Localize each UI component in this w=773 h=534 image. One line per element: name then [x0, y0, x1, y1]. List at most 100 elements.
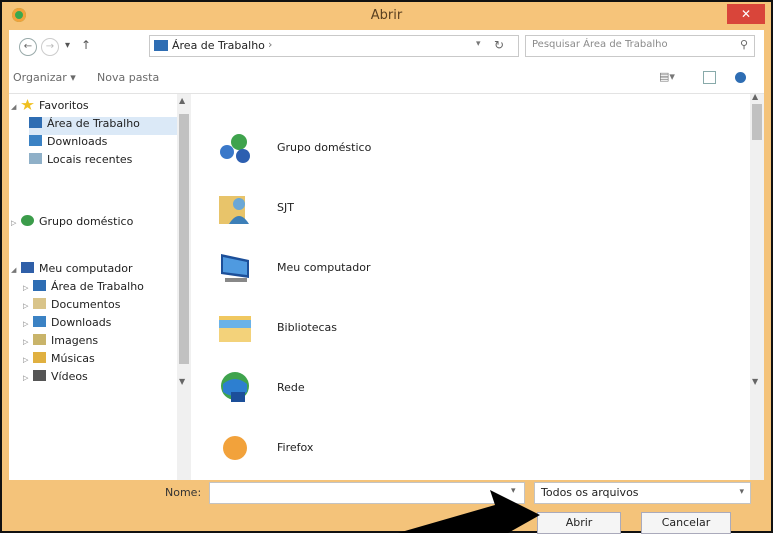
file-label: Bibliotecas	[277, 321, 338, 334]
help-icon[interactable]	[735, 72, 746, 83]
file-list: Grupo doméstico SJT Meu computador Bibli…	[205, 94, 750, 480]
sidebar-item-videos[interactable]: Vídeos	[33, 370, 88, 388]
view-options-icon[interactable]: ▤▾	[659, 70, 675, 84]
list-item[interactable]: Rede	[205, 362, 505, 414]
organize-button[interactable]: Organizar ▾	[13, 71, 76, 84]
expand-icon[interactable]: ▷	[23, 356, 28, 364]
expand-icon[interactable]: ▷	[23, 320, 28, 328]
file-type-dropdown-icon[interactable]: ▾	[739, 487, 744, 497]
name-label: Nome:	[165, 486, 202, 499]
downloads-icon	[33, 316, 46, 327]
homegroup-icon	[21, 215, 34, 226]
sidebar-label: Vídeos	[51, 370, 88, 383]
sidebar-item-desktop[interactable]: Área de Trabalho	[29, 117, 177, 135]
new-folder-button[interactable]: Nova pasta	[97, 71, 159, 84]
star-icon	[21, 99, 34, 110]
dialog-footer: Nome: ▾ Todos os arquivos ▾ Abrir Cancel…	[9, 480, 764, 534]
title-bar[interactable]: Abrir ✕	[2, 2, 771, 30]
address-row: ← → ▾ ↑ Área de Trabalho › ▾ ↻ Pesquisar…	[9, 30, 764, 62]
navigation-pane: ◢ Favoritos Área de Trabalho Downloads L…	[9, 94, 187, 480]
file-label: Rede	[277, 381, 305, 394]
file-label: Grupo doméstico	[277, 141, 372, 154]
address-bar[interactable]: Área de Trabalho › ▾ ↻	[149, 35, 519, 57]
back-icon[interactable]: ←	[19, 38, 37, 56]
sidebar-label: Músicas	[51, 352, 95, 365]
up-icon[interactable]: ↑	[81, 38, 91, 52]
scroll-up-icon[interactable]: ▲	[179, 96, 185, 105]
sidebar-item-pictures[interactable]: Imagens	[33, 334, 98, 352]
sidebar-label: Documentos	[51, 298, 121, 311]
sidebar-item-downloads-2[interactable]: Downloads	[33, 316, 111, 334]
forward-icon[interactable]: →	[41, 38, 59, 56]
recent-places-icon	[29, 153, 42, 164]
network-icon	[221, 372, 249, 402]
recent-dropdown-icon[interactable]: ▾	[65, 40, 70, 51]
sidebar-label: Meu computador	[39, 262, 133, 275]
sidebar-label: Área de Trabalho	[51, 280, 144, 293]
preview-pane-icon[interactable]	[703, 71, 716, 84]
list-item[interactable]: Bibliotecas	[205, 302, 505, 354]
scroll-down-icon[interactable]: ▼	[179, 377, 185, 386]
expand-favorites-icon[interactable]: ◢	[11, 103, 16, 111]
scroll-down-icon[interactable]: ▼	[752, 377, 758, 386]
sidebar-item-recent[interactable]: Locais recentes	[29, 153, 132, 171]
file-list-scrollbar[interactable]: ▲ ▼	[750, 92, 764, 480]
open-dialog: Abrir ✕ ← → ▾ ↑ Área de Trabalho › ▾ ↻ P…	[0, 0, 773, 534]
expand-icon[interactable]: ▷	[23, 374, 28, 382]
list-item[interactable]: SJT	[205, 182, 505, 234]
refresh-icon[interactable]: ↻	[494, 38, 504, 52]
filename-dropdown-icon[interactable]: ▾	[511, 486, 516, 496]
toolbar: Organizar ▾ Nova pasta ▤▾	[9, 63, 764, 94]
libraries-icon	[219, 316, 251, 342]
sidebar-homegroup[interactable]: Grupo doméstico	[21, 215, 133, 233]
search-box[interactable]: Pesquisar Área de Trabalho ⚲	[525, 35, 755, 57]
open-button[interactable]: Abrir	[537, 512, 621, 534]
close-button[interactable]: ✕	[727, 4, 765, 24]
documents-icon	[33, 298, 46, 309]
sidebar-label: Downloads	[51, 316, 112, 329]
sidebar-scroll-thumb[interactable]	[179, 114, 189, 364]
downloads-icon	[29, 135, 42, 146]
expand-icon[interactable]: ▷	[23, 302, 28, 310]
desktop-folder-icon	[154, 40, 168, 51]
sidebar-label: Downloads	[47, 135, 108, 148]
videos-icon	[33, 370, 46, 381]
list-item[interactable]: Firefox	[205, 422, 505, 474]
sidebar-label: Imagens	[51, 334, 99, 347]
sidebar-item-documents[interactable]: Documentos	[33, 298, 120, 316]
filename-input[interactable]	[209, 482, 525, 504]
address-dropdown-icon[interactable]: ▾	[476, 39, 481, 49]
cancel-button[interactable]: Cancelar	[641, 512, 731, 534]
sidebar-item-downloads[interactable]: Downloads	[29, 135, 107, 153]
homegroup-icon	[220, 134, 250, 163]
sidebar-computer[interactable]: Meu computador	[21, 262, 132, 280]
list-item[interactable]: Grupo doméstico	[205, 122, 505, 174]
file-label: Firefox	[277, 441, 314, 454]
expand-computer-icon[interactable]: ◢	[11, 266, 16, 274]
search-placeholder: Pesquisar Área de Trabalho	[532, 39, 668, 50]
sidebar-item-desktop-2[interactable]: Área de Trabalho	[33, 280, 144, 298]
file-type-select[interactable]: Todos os arquivos ▾	[534, 482, 751, 504]
desktop-icon	[33, 280, 46, 291]
scroll-up-icon[interactable]: ▲	[752, 92, 758, 101]
sidebar-favorites[interactable]: Favoritos	[21, 99, 89, 117]
search-icon[interactable]: ⚲	[740, 38, 748, 51]
sidebar-item-music[interactable]: Músicas	[33, 352, 95, 370]
sidebar-label: Área de Trabalho	[47, 117, 140, 130]
firefox-icon	[223, 436, 247, 460]
expand-icon[interactable]: ▷	[23, 338, 28, 346]
pictures-icon	[33, 334, 46, 345]
user-folder-icon	[219, 196, 249, 224]
sidebar-label: Favoritos	[39, 99, 89, 112]
desktop-icon	[29, 117, 42, 128]
file-list-scroll-thumb[interactable]	[752, 104, 762, 140]
file-label: SJT	[277, 201, 294, 214]
dialog-client: ← → ▾ ↑ Área de Trabalho › ▾ ↻ Pesquisar…	[9, 30, 764, 534]
sidebar-scrollbar[interactable]: ▲ ▼	[177, 94, 191, 480]
list-item[interactable]: Meu computador	[205, 242, 505, 294]
expand-icon[interactable]: ▷	[23, 284, 28, 292]
file-type-value: Todos os arquivos	[541, 486, 639, 499]
breadcrumb-separator-icon[interactable]: ›	[268, 38, 272, 51]
breadcrumb-desktop[interactable]: Área de Trabalho	[172, 39, 265, 52]
expand-homegroup-icon[interactable]: ▷	[11, 219, 16, 227]
